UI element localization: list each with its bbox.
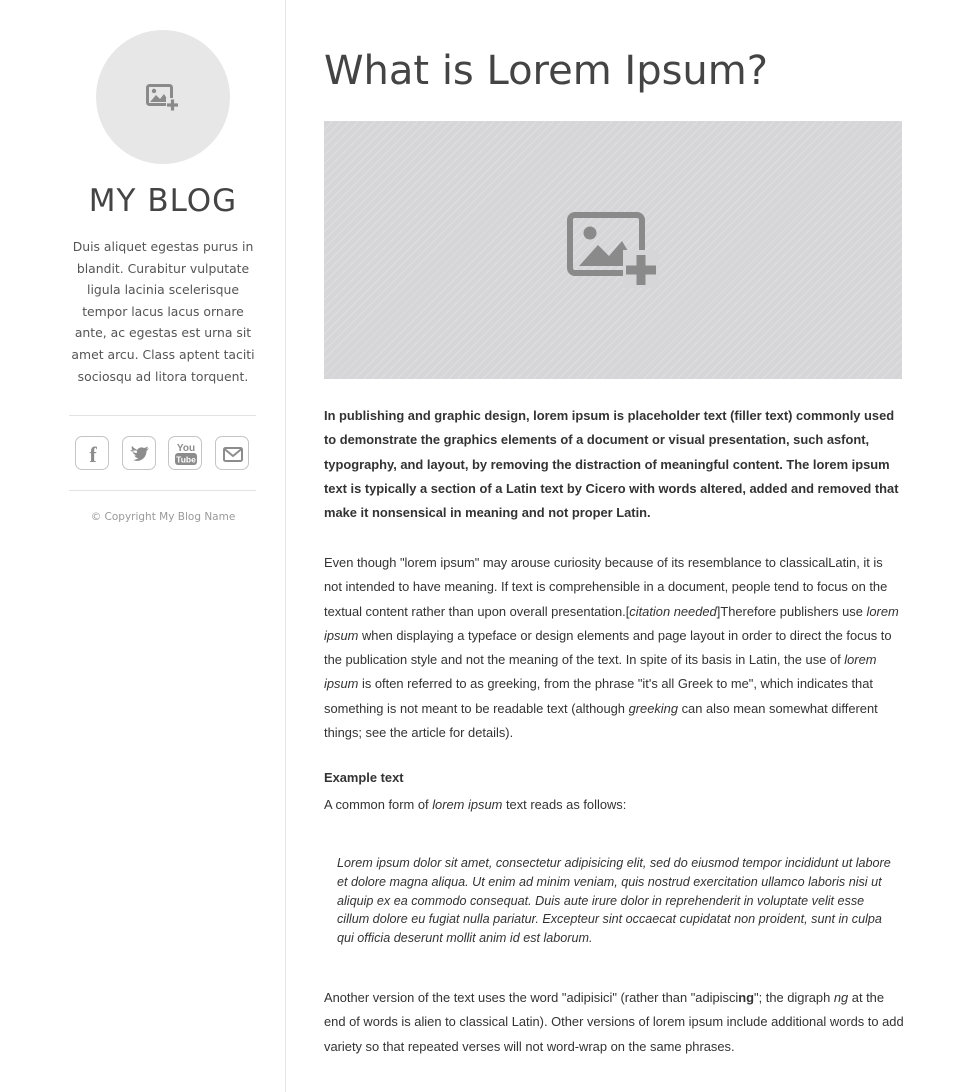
- blockquote: Lorem ipsum dolor sit amet, consectetur …: [337, 856, 891, 946]
- page-title: What is Lorem Ipsum?: [324, 48, 768, 94]
- facebook-icon[interactable]: f: [75, 436, 109, 470]
- email-icon[interactable]: [215, 436, 249, 470]
- add-image-icon: [146, 84, 179, 111]
- twitter-icon[interactable]: [122, 436, 156, 470]
- divider: [69, 490, 256, 491]
- section-heading: Example text: [324, 770, 404, 785]
- sidebar: MY BLOG Duis aliquet egestas purus in bl…: [0, 0, 286, 1092]
- svg-text:f: f: [89, 442, 97, 467]
- copyright: © Copyright My Blog Name: [90, 511, 236, 523]
- blog-description: Duis aliquet egestas purus in blandit. C…: [71, 239, 255, 384]
- hero-image-placeholder[interactable]: [324, 121, 902, 379]
- divider: [69, 415, 256, 416]
- blog-title: MY BLOG: [88, 183, 238, 219]
- youtube-icon[interactable]: You Tube: [168, 436, 202, 470]
- body-paragraph: Another version of the text uses the wor…: [324, 990, 904, 1054]
- add-image-icon: [567, 212, 659, 288]
- svg-text:Tube: Tube: [176, 455, 196, 465]
- svg-text:You: You: [177, 443, 195, 454]
- body-paragraph: Even though "lorem ipsum" may arouse cur…: [324, 555, 899, 741]
- avatar[interactable]: [96, 30, 230, 164]
- lead-paragraph: In publishing and graphic design, lorem …: [324, 408, 899, 521]
- body-paragraph: A common form of lorem ipsum text reads …: [324, 797, 627, 812]
